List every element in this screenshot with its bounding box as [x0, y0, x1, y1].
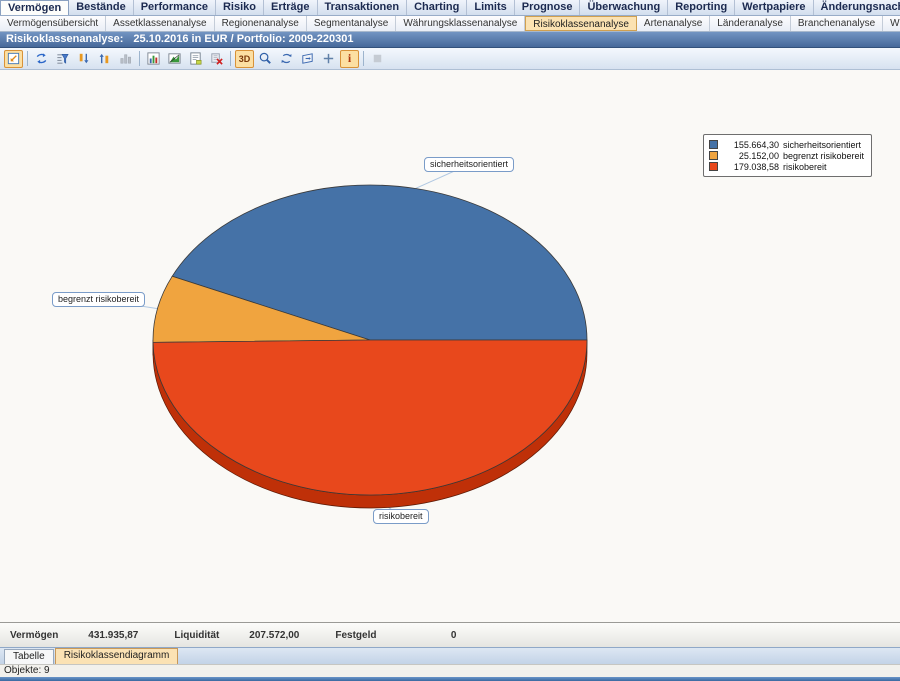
legend-label: risikobereit [783, 162, 827, 172]
submenu-tab[interactable]: Assetklassenanalyse [106, 16, 214, 31]
summary-item: Liquidität 207.572,00 [174, 630, 299, 641]
submenu-tab[interactable]: Währungsanalyse [883, 16, 900, 31]
toolbar-separator [139, 51, 140, 66]
legend-value: 25.152,00 [723, 151, 779, 161]
legend-swatch [709, 140, 718, 149]
view-tabs: TabelleRisikoklassendiagramm [0, 647, 900, 664]
menu-tab[interactable]: Charting [407, 0, 467, 15]
menu-tab[interactable]: Überwachung [580, 0, 668, 15]
legend-label: sicherheitsorientiert [783, 140, 861, 150]
filter-icon[interactable] [53, 50, 72, 68]
summary-label: Vermögen [10, 630, 58, 641]
legend-swatch [709, 151, 718, 160]
summary-label: Festgeld [335, 630, 376, 641]
menu-tab[interactable]: Änderungsnachverfolgung [814, 0, 900, 15]
perspective-icon[interactable] [298, 50, 317, 68]
drill-up-icon[interactable] [95, 50, 114, 68]
menu-tab[interactable]: Wertpapiere [735, 0, 813, 15]
summary-item: Festgeld 0 [335, 630, 456, 641]
menu-tab[interactable]: Reporting [668, 0, 735, 15]
legend-value: 179.038,58 [723, 162, 779, 172]
view-titlebar: Risikoklassenanalyse: 25.10.2016 in EUR … [0, 32, 900, 48]
summary-bar: Vermögen 431.935,87 Liquidität 207.572,0… [0, 622, 900, 647]
submenu-tab[interactable]: Vermögensübersicht [0, 16, 106, 31]
legend-value: 155.664,30 [723, 140, 779, 150]
legend-row: 179.038,58 risikobereit [709, 161, 864, 172]
delete-icon[interactable] [207, 50, 226, 68]
export-report-icon[interactable] [186, 50, 205, 68]
chart-area: sicherheitsorientiertbegrenzt risikobere… [0, 70, 900, 622]
legend-row: 25.152,00 begrenzt risikobereit [709, 150, 864, 161]
menu-tab[interactable]: Vermögen [0, 0, 69, 15]
main-menu: VermögenBeständePerformanceRisikoErträge… [0, 0, 900, 16]
menu-tab[interactable]: Risiko [216, 0, 264, 15]
submenu-tab[interactable]: Regionenanalyse [215, 16, 307, 31]
submenu-tab[interactable]: Branchenanalyse [791, 16, 883, 31]
rotate-icon[interactable] [277, 50, 296, 68]
zoom-lens-icon[interactable] [256, 50, 275, 68]
summary-value: 431.935,87 [78, 630, 138, 641]
menu-tab[interactable]: Prognose [515, 0, 581, 15]
menu-tab[interactable]: Transaktionen [318, 0, 408, 15]
object-count: Objekte: 9 [4, 665, 50, 676]
summary-item: Vermögen 431.935,87 [10, 630, 138, 641]
summary-value: 0 [396, 630, 456, 641]
analysis-submenu: VermögensübersichtAssetklassenanalyseReg… [0, 16, 900, 32]
summary-value: 207.572,00 [239, 630, 299, 641]
toolbar-separator [363, 51, 364, 66]
view-tab[interactable]: Risikoklassendiagramm [55, 648, 179, 664]
submenu-tab[interactable]: Währungsklassenanalyse [396, 16, 525, 31]
toolbar-separator [230, 51, 231, 66]
view-title: Risikoklassenanalyse: [6, 32, 123, 47]
menu-tab[interactable]: Erträge [264, 0, 318, 15]
view-context: 25.10.2016 in EUR / Portfolio: 2009-2203… [133, 32, 353, 47]
submenu-tab[interactable]: Segmentanalyse [307, 16, 397, 31]
status-bar: Objekte: 9 [0, 664, 900, 677]
3d-toggle-icon[interactable]: 3D [235, 50, 254, 68]
info-icon[interactable]: i [340, 50, 359, 68]
summary-label: Liquidität [174, 630, 219, 641]
fit-view-icon[interactable] [4, 50, 23, 68]
chart-toolbar: 3D i [0, 48, 900, 70]
view-tab[interactable]: Tabelle [4, 649, 54, 664]
pie-slice[interactable] [153, 340, 587, 495]
bar-chart-icon[interactable] [144, 50, 163, 68]
submenu-tab[interactable]: Artenanalyse [637, 16, 710, 31]
drill-down-icon[interactable] [74, 50, 93, 68]
application-window: VermögenBeständePerformanceRisikoErträge… [0, 0, 900, 681]
window-bottom-strip [0, 677, 900, 681]
legend-swatch [709, 162, 718, 171]
chart-disabled-icon [116, 50, 135, 68]
legend-label: begrenzt risikobereit [783, 151, 864, 161]
toolbar-separator [27, 51, 28, 66]
image-chart-icon[interactable] [165, 50, 184, 68]
menu-tab[interactable]: Performance [134, 0, 216, 15]
chart-legend: 155.664,30 sicherheitsorientiert 25.152,… [703, 134, 872, 177]
menu-tab[interactable]: Bestände [69, 0, 134, 15]
legend-row: 155.664,30 sicherheitsorientiert [709, 139, 864, 150]
refresh-icon[interactable] [32, 50, 51, 68]
placeholder-disabled-icon [368, 50, 387, 68]
add-icon[interactable] [319, 50, 338, 68]
submenu-tab[interactable]: Risikoklassenanalyse [525, 16, 637, 31]
menu-tab[interactable]: Limits [467, 0, 514, 15]
submenu-tab[interactable]: Länderanalyse [710, 16, 791, 31]
